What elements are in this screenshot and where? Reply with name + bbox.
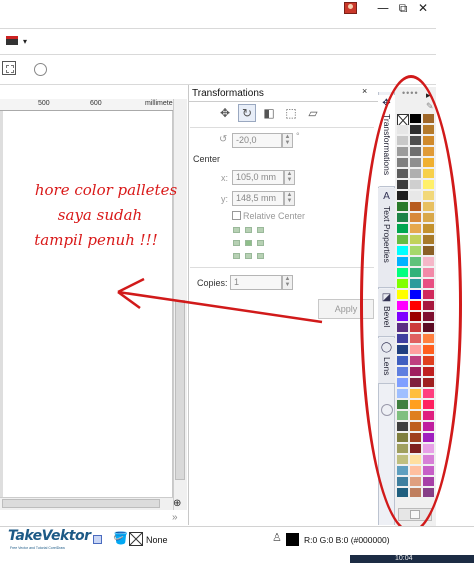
- anchor-point[interactable]: [233, 240, 240, 246]
- fill-status-label: None: [146, 535, 168, 545]
- skew-icon[interactable]: ▱: [304, 104, 322, 122]
- annotation-line: saya sudah: [57, 206, 143, 224]
- divider: [190, 267, 374, 268]
- position-icon[interactable]: ✥: [216, 104, 234, 122]
- anchor-point[interactable]: [233, 227, 240, 233]
- print-icon[interactable]: [6, 36, 18, 45]
- center-x-spinner[interactable]: ▲ ▼: [284, 170, 295, 185]
- transform-objects-icon[interactable]: [2, 61, 16, 75]
- anchor-point[interactable]: [245, 253, 252, 259]
- center-y-spinner[interactable]: ▲ ▼: [284, 191, 295, 206]
- size-icon[interactable]: ⬚: [282, 104, 300, 122]
- expand-icon[interactable]: »: [172, 512, 178, 523]
- fill-bucket-icon[interactable]: 🪣: [113, 531, 128, 545]
- close-button[interactable]: ✕: [414, 1, 432, 15]
- divider: [188, 101, 378, 102]
- zoom-icon[interactable]: ⊕: [173, 498, 181, 509]
- anchor-point[interactable]: [257, 240, 264, 246]
- annotation-line: hore color palletes: [34, 181, 178, 199]
- rotation-angle-spinner[interactable]: ▲ ▼: [282, 133, 293, 148]
- degree-unit-label: °: [296, 131, 300, 141]
- anchor-point[interactable]: [233, 253, 240, 259]
- annotation-arrow: [117, 277, 323, 324]
- fill-picker-icon[interactable]: [93, 535, 102, 544]
- anchor-point[interactable]: [257, 227, 264, 233]
- ruler-tick-label: 500: [38, 100, 50, 107]
- user-account-icon[interactable]: [344, 2, 357, 14]
- no-fill-cross-icon: [129, 532, 143, 546]
- relative-center-label: Relative Center: [243, 211, 306, 221]
- fill-none-swatch[interactable]: [129, 532, 143, 546]
- center-x-field[interactable]: 105,0 mm: [232, 170, 284, 185]
- mirror-icon[interactable]: ◧: [260, 104, 278, 122]
- highlight-ellipse: [360, 75, 462, 533]
- anchor-point[interactable]: [245, 240, 252, 246]
- restore-button[interactable]: ⧉: [394, 1, 412, 15]
- annotation-line: tampil penuh !!!: [34, 231, 158, 249]
- page-border: [0, 111, 3, 497]
- print-dropdown-icon[interactable]: ▾: [23, 37, 27, 46]
- anchor-point[interactable]: [245, 227, 252, 233]
- outline-pen-icon[interactable]: ♙: [272, 531, 282, 544]
- ruler-tick-label: 600: [90, 100, 102, 107]
- center-x-label: x:: [221, 173, 229, 183]
- outline-status-label: R:0 G:0 B:0 (#000000): [304, 535, 390, 545]
- property-bar: [0, 56, 436, 85]
- minimize-button[interactable]: —: [374, 1, 392, 15]
- docker-close-icon[interactable]: ×: [362, 86, 367, 96]
- taskbar-clock: 10:04: [395, 555, 413, 562]
- outline-color-swatch[interactable]: [286, 533, 299, 546]
- takevektor-logo: TakeVektor: [8, 528, 91, 544]
- standard-toolbar: [0, 28, 436, 55]
- horizontal-scroll-thumb[interactable]: [2, 499, 160, 508]
- docker-title: Transformations: [192, 88, 264, 99]
- anchor-point[interactable]: [257, 253, 264, 259]
- rotation-angle-field[interactable]: -20,0: [232, 133, 282, 148]
- circle-option-icon[interactable]: [34, 63, 47, 76]
- rotation-angle-icon: ↺: [219, 134, 228, 145]
- relative-center-checkbox[interactable]: [232, 211, 241, 220]
- rotate-icon[interactable]: ↻: [238, 104, 256, 122]
- center-y-label: y:: [221, 194, 229, 204]
- logo-tagline: Free Vector and Tutorial CorelDraw: [10, 546, 65, 550]
- center-heading: Center: [193, 154, 221, 164]
- divider: [190, 127, 374, 128]
- center-y-field[interactable]: 148,5 mm: [232, 191, 284, 206]
